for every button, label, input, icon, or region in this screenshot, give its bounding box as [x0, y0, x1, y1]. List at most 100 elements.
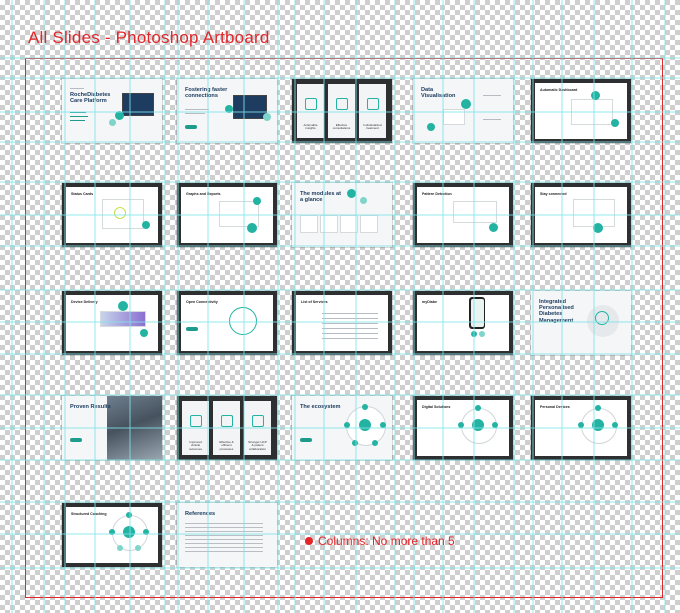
slide-outcomes[interactable]: Improved clinical outcomes Effective & e…	[177, 396, 277, 460]
ecosystem-hub	[592, 419, 604, 431]
phone-image	[469, 297, 485, 329]
panel-label: Actionable insights	[303, 123, 318, 131]
slide-title: Status Cards	[71, 192, 94, 196]
module-tile	[300, 215, 318, 233]
slide-title: Graphs and Reports	[186, 192, 221, 196]
app-dot	[471, 331, 477, 337]
dashboard-card	[443, 109, 465, 125]
panel-label: Effective consultations	[332, 123, 351, 131]
module-tile	[360, 215, 378, 233]
slide-integrated-management[interactable]: Integrated Personalised Diabetes Managem…	[531, 291, 631, 355]
slide-kicker	[70, 88, 84, 89]
reference-line	[185, 523, 263, 524]
slide-title: RocheDiabetes Care Platform	[70, 92, 111, 105]
slide-text	[185, 109, 209, 110]
slide-proven-results[interactable]: Proven Results	[62, 396, 162, 460]
slide-button	[70, 438, 82, 442]
slide-open-connectivity[interactable]: Open Connectivity	[177, 291, 277, 355]
hexagon-decoration	[461, 99, 471, 109]
ecosystem-hub	[123, 526, 135, 538]
slide-text	[483, 95, 501, 96]
slide-title: References	[185, 511, 216, 517]
consultation-icon	[336, 98, 348, 110]
ecosystem-node	[458, 422, 464, 428]
reference-line	[185, 551, 263, 552]
slide-title: Pattern Detection	[422, 192, 452, 196]
slide-title: Digital Solutions	[422, 405, 451, 409]
slide-care-platform[interactable]: RocheDiabetes Care Platform	[62, 79, 162, 143]
hexagon-decoration	[427, 123, 435, 131]
slide-text	[483, 119, 501, 120]
reference-line	[185, 527, 263, 528]
slide-title: Stay connected	[540, 192, 567, 196]
ecosystem-node	[578, 422, 584, 428]
slide-pattern-detection[interactable]: Pattern Detection	[413, 183, 513, 247]
benefit-panel: Improved clinical outcomes	[182, 401, 209, 455]
ecosystem-node	[143, 529, 149, 535]
dashboard-card	[571, 99, 613, 125]
hexagon-decoration	[109, 119, 116, 126]
hexagon-decoration	[347, 189, 356, 198]
hexagon-decoration	[360, 197, 367, 204]
slide-device-delivery[interactable]: Device Delivery	[62, 291, 162, 355]
slide-title: myDiabe	[422, 300, 437, 304]
ecosystem-node	[352, 440, 358, 446]
doctor-photo	[107, 396, 162, 460]
slide-graphs-reports[interactable]: Graphs and Reports	[177, 183, 277, 247]
slide-title: Fostering faster connections	[185, 87, 228, 100]
slide-references[interactable]: References	[177, 503, 277, 567]
ecosystem-node	[109, 529, 115, 535]
service-row	[322, 323, 378, 324]
hexagon-decoration	[140, 329, 148, 337]
reference-line	[185, 547, 263, 548]
panel-label: Stronger HCP & patient collaboration	[248, 440, 267, 451]
hexagon-decoration	[593, 223, 603, 233]
ecosystem-node	[362, 404, 368, 410]
slide-stay-connected[interactable]: Stay connected	[531, 183, 631, 247]
slide-title: Structured Coaching	[71, 512, 107, 516]
hexagon-decoration	[611, 119, 619, 127]
slide-title: Open Connectivity	[186, 300, 218, 304]
slide-status-cards[interactable]: Status Cards	[62, 183, 162, 247]
hexagon-decoration	[591, 91, 600, 100]
slide-bullet	[70, 120, 85, 121]
device-image	[100, 311, 146, 327]
collaboration-icon	[252, 415, 264, 427]
slide-button	[185, 125, 197, 129]
person-icon	[595, 311, 609, 325]
slide-title: Automatic Dashboard	[540, 88, 578, 92]
hexagon-decoration	[142, 221, 150, 229]
slide-title: Data Visualisation	[421, 87, 456, 100]
slide-button	[186, 327, 198, 331]
slide-three-benefits[interactable]: Actionable insights Effective consultati…	[292, 79, 392, 143]
slide-title: Device Delivery	[71, 300, 98, 304]
panel-label: Individualized treatment	[363, 123, 382, 131]
slide-digital-solutions[interactable]: Digital Solutions	[413, 396, 513, 460]
service-row	[322, 328, 378, 329]
slide-title: The modules at a glance	[300, 191, 342, 204]
bullet-dot-icon	[305, 537, 313, 545]
slide-fostering-connections[interactable]: Fostering faster connections	[177, 79, 277, 143]
connection-card	[573, 199, 615, 227]
slide-structured-coaching[interactable]: Structured Coaching	[62, 503, 162, 567]
slide-list-of-services[interactable]: List of Services	[292, 291, 392, 355]
slide-ecosystem[interactable]: The ecosystem	[292, 396, 392, 460]
benefit-panel: Effective & efficient processes	[213, 401, 240, 455]
process-icon	[221, 415, 233, 427]
hexagon-decoration	[247, 223, 257, 233]
slide-title: Personal Devices	[540, 405, 570, 409]
slide-automatic-dashboard[interactable]: Automatic Dashboard	[531, 79, 631, 143]
slide-data-visualisation[interactable]: Data Visualisation	[413, 79, 513, 143]
ecosystem-node	[344, 422, 350, 428]
benefit-panel: Actionable insights	[297, 84, 324, 138]
columns-note: Columns: No more than 5	[305, 534, 455, 548]
service-row	[322, 333, 378, 334]
slide-title: List of Services	[301, 300, 328, 304]
ecosystem-node	[126, 512, 132, 518]
slide-modules-overview[interactable]: The modules at a glance	[292, 183, 392, 247]
slide-text	[185, 113, 205, 114]
slide-mydiabe[interactable]: myDiabe	[413, 291, 513, 355]
panel-label: Improved clinical outcomes	[188, 440, 202, 451]
columns-note-text: Columns: No more than 5	[318, 534, 455, 548]
slide-personal-devices[interactable]: Personal Devices	[531, 396, 631, 460]
